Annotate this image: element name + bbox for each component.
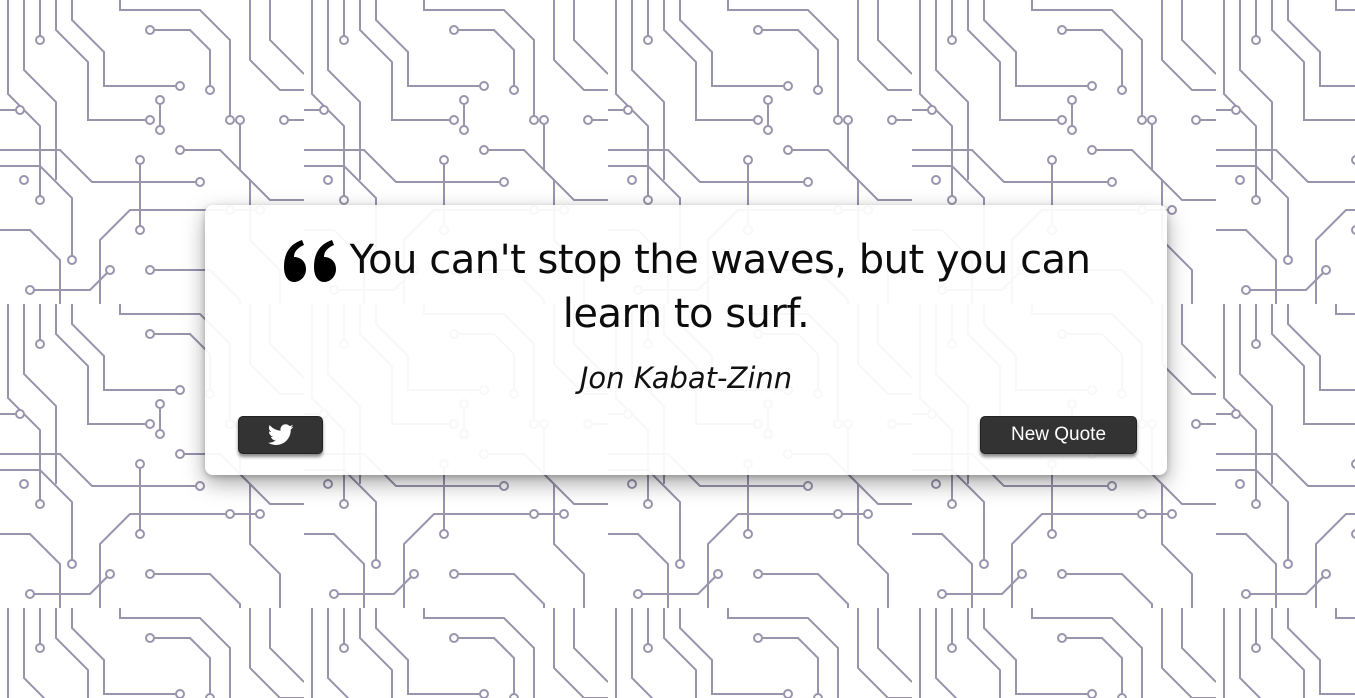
quote-text-container: You can't stop the waves, but you can le… xyxy=(235,233,1137,341)
quote-card: You can't stop the waves, but you can le… xyxy=(205,205,1167,475)
twitter-icon xyxy=(267,424,294,445)
new-quote-button[interactable]: New Quote xyxy=(980,416,1137,454)
quote-mark-icon xyxy=(283,240,336,282)
tweet-button[interactable] xyxy=(238,416,323,454)
quote-block: You can't stop the waves, but you can le… xyxy=(205,233,1167,341)
quote-author: Jon Kabat-Zinn xyxy=(579,361,793,395)
quote-text: You can't stop the waves, but you can le… xyxy=(349,237,1091,337)
